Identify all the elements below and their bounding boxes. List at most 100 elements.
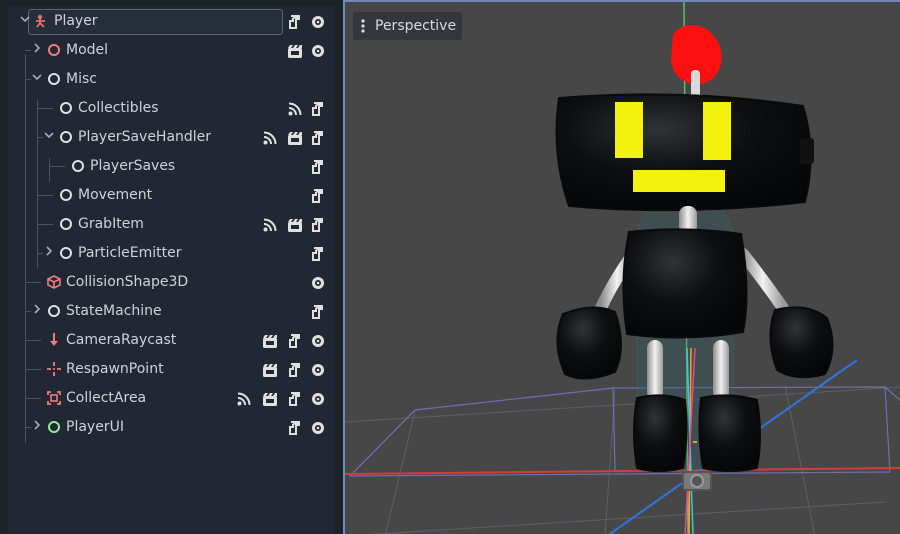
robot-body [622,228,748,339]
node-name-label: StateMachine [66,303,162,319]
node-name-label: CameraRaycast [66,332,177,348]
script-icon[interactable] [310,159,326,175]
script-icon[interactable] [310,246,326,262]
scene-dock: Player Model Misc Collectibles PlayerSaveHan… [0,0,340,534]
script-icon[interactable] [310,188,326,204]
robot-head [555,93,812,212]
node-name-label: ParticleEmitter [78,245,182,261]
collapse-arrow-icon[interactable] [30,72,44,86]
expand-arrow-icon[interactable] [42,246,56,260]
scene-tree-panel: Player Model Misc Collectibles PlayerSaveHan… [8,6,335,534]
scene-instance-icon[interactable] [262,391,278,407]
robot-arm-right [737,248,789,314]
tree-guide-line [25,369,41,370]
raycast-arrow-icon [47,333,61,347]
3d-viewport[interactable]: Perspective [343,0,900,534]
node-name-label: RespawnPoint [66,361,164,377]
scene-tree-row[interactable]: Movement [8,181,335,210]
signal-icon[interactable] [262,130,278,146]
robot-hand-right [769,306,834,379]
node-ring-icon [59,101,73,115]
signal-icon[interactable] [236,391,252,407]
robot-mouth [633,170,725,192]
expand-arrow-icon[interactable] [30,420,44,434]
area3d-box-icon [47,391,61,405]
scene-instance-icon[interactable] [287,130,303,146]
node-ring-icon [47,304,61,318]
signal-icon[interactable] [262,217,278,233]
scene-tree-row[interactable]: CollisionShape3D [8,268,335,297]
node-name-label: Collectibles [78,100,159,116]
scene-tree-row[interactable]: Collectibles [8,94,335,123]
node-name-label: CollectArea [66,390,147,406]
scene-tree-row[interactable]: Misc [8,65,335,94]
collapse-arrow-icon[interactable] [42,130,56,144]
collision-shape-cube-icon [47,275,61,289]
expand-arrow-icon[interactable] [30,43,44,57]
script-icon[interactable] [287,14,303,30]
visibility-eye-icon[interactable] [310,14,326,30]
robot-foot-left [633,394,688,472]
script-icon[interactable] [310,304,326,320]
tree-guide-line [37,195,53,196]
visibility-eye-icon[interactable] [310,333,326,349]
tree-guide-line [25,340,41,341]
node-name-label: CollisionShape3D [66,274,189,290]
visibility-eye-icon[interactable] [310,420,326,436]
scene-tree-row[interactable]: GrabItem [8,210,335,239]
scene-tree-row[interactable]: RespawnPoint [8,355,335,384]
robot-eye-left [615,102,643,158]
visibility-eye-icon[interactable] [310,43,326,59]
viewport-perspective-menu[interactable]: Perspective [353,12,463,40]
node-ring-icon [59,130,73,144]
visibility-eye-icon[interactable] [310,275,326,291]
node-name-label: PlayerUI [66,419,124,435]
node-ring-icon [59,246,73,260]
scene-tree-row[interactable]: PlayerUI [8,413,335,442]
3d-scene[interactable] [345,2,900,534]
scene-tree-row[interactable]: ParticleEmitter [8,239,335,268]
scene-instance-icon[interactable] [287,217,303,233]
kebab-menu-icon [361,19,365,33]
robot-ear [800,138,814,164]
dock-splitter[interactable] [336,0,343,534]
node-name-label: PlayerSaveHandler [78,129,212,145]
robot-leg-right [713,340,729,400]
scene-tree-row[interactable]: Model [8,36,335,65]
node-ring-icon [47,72,61,86]
tree-guide-line [37,224,53,225]
visibility-eye-icon[interactable] [310,362,326,378]
visibility-eye-icon[interactable] [310,391,326,407]
script-icon[interactable] [287,362,303,378]
tree-guide-line [49,166,65,167]
scene-tree-row[interactable]: PlayerSaves [8,152,335,181]
scene-tree-row[interactable]: StateMachine [8,297,335,326]
scene-tree-row[interactable]: PlayerSaveHandler [8,123,335,152]
script-icon[interactable] [310,217,326,233]
node-name-label: GrabItem [78,216,144,232]
signal-icon[interactable] [287,101,303,117]
scene-instance-icon[interactable] [262,362,278,378]
tree-guide-line [25,282,41,283]
node-name-label: Misc [66,71,97,87]
control-ring-icon [47,420,61,434]
robot-hand-left [556,306,622,380]
scene-tree-row[interactable]: CollectArea [8,384,335,413]
node-ring-icon [59,217,73,231]
collapse-arrow-icon[interactable] [18,14,32,28]
script-icon[interactable] [310,101,326,117]
scene-instance-icon[interactable] [262,333,278,349]
node-name-label: PlayerSaves [90,158,176,174]
scene-instance-icon[interactable] [287,43,303,59]
scene-tree-row[interactable]: CameraRaycast [8,326,335,355]
robot-eye-right [703,102,731,160]
script-icon[interactable] [310,130,326,146]
scene-tree-row[interactable]: Player [8,7,335,36]
script-icon[interactable] [287,333,303,349]
area3d-gizmo-box [348,386,900,477]
script-icon[interactable] [287,420,303,436]
expand-arrow-icon[interactable] [30,304,44,318]
tree-guide-line [37,108,53,109]
viewport-grid [345,384,900,534]
script-icon[interactable] [287,391,303,407]
